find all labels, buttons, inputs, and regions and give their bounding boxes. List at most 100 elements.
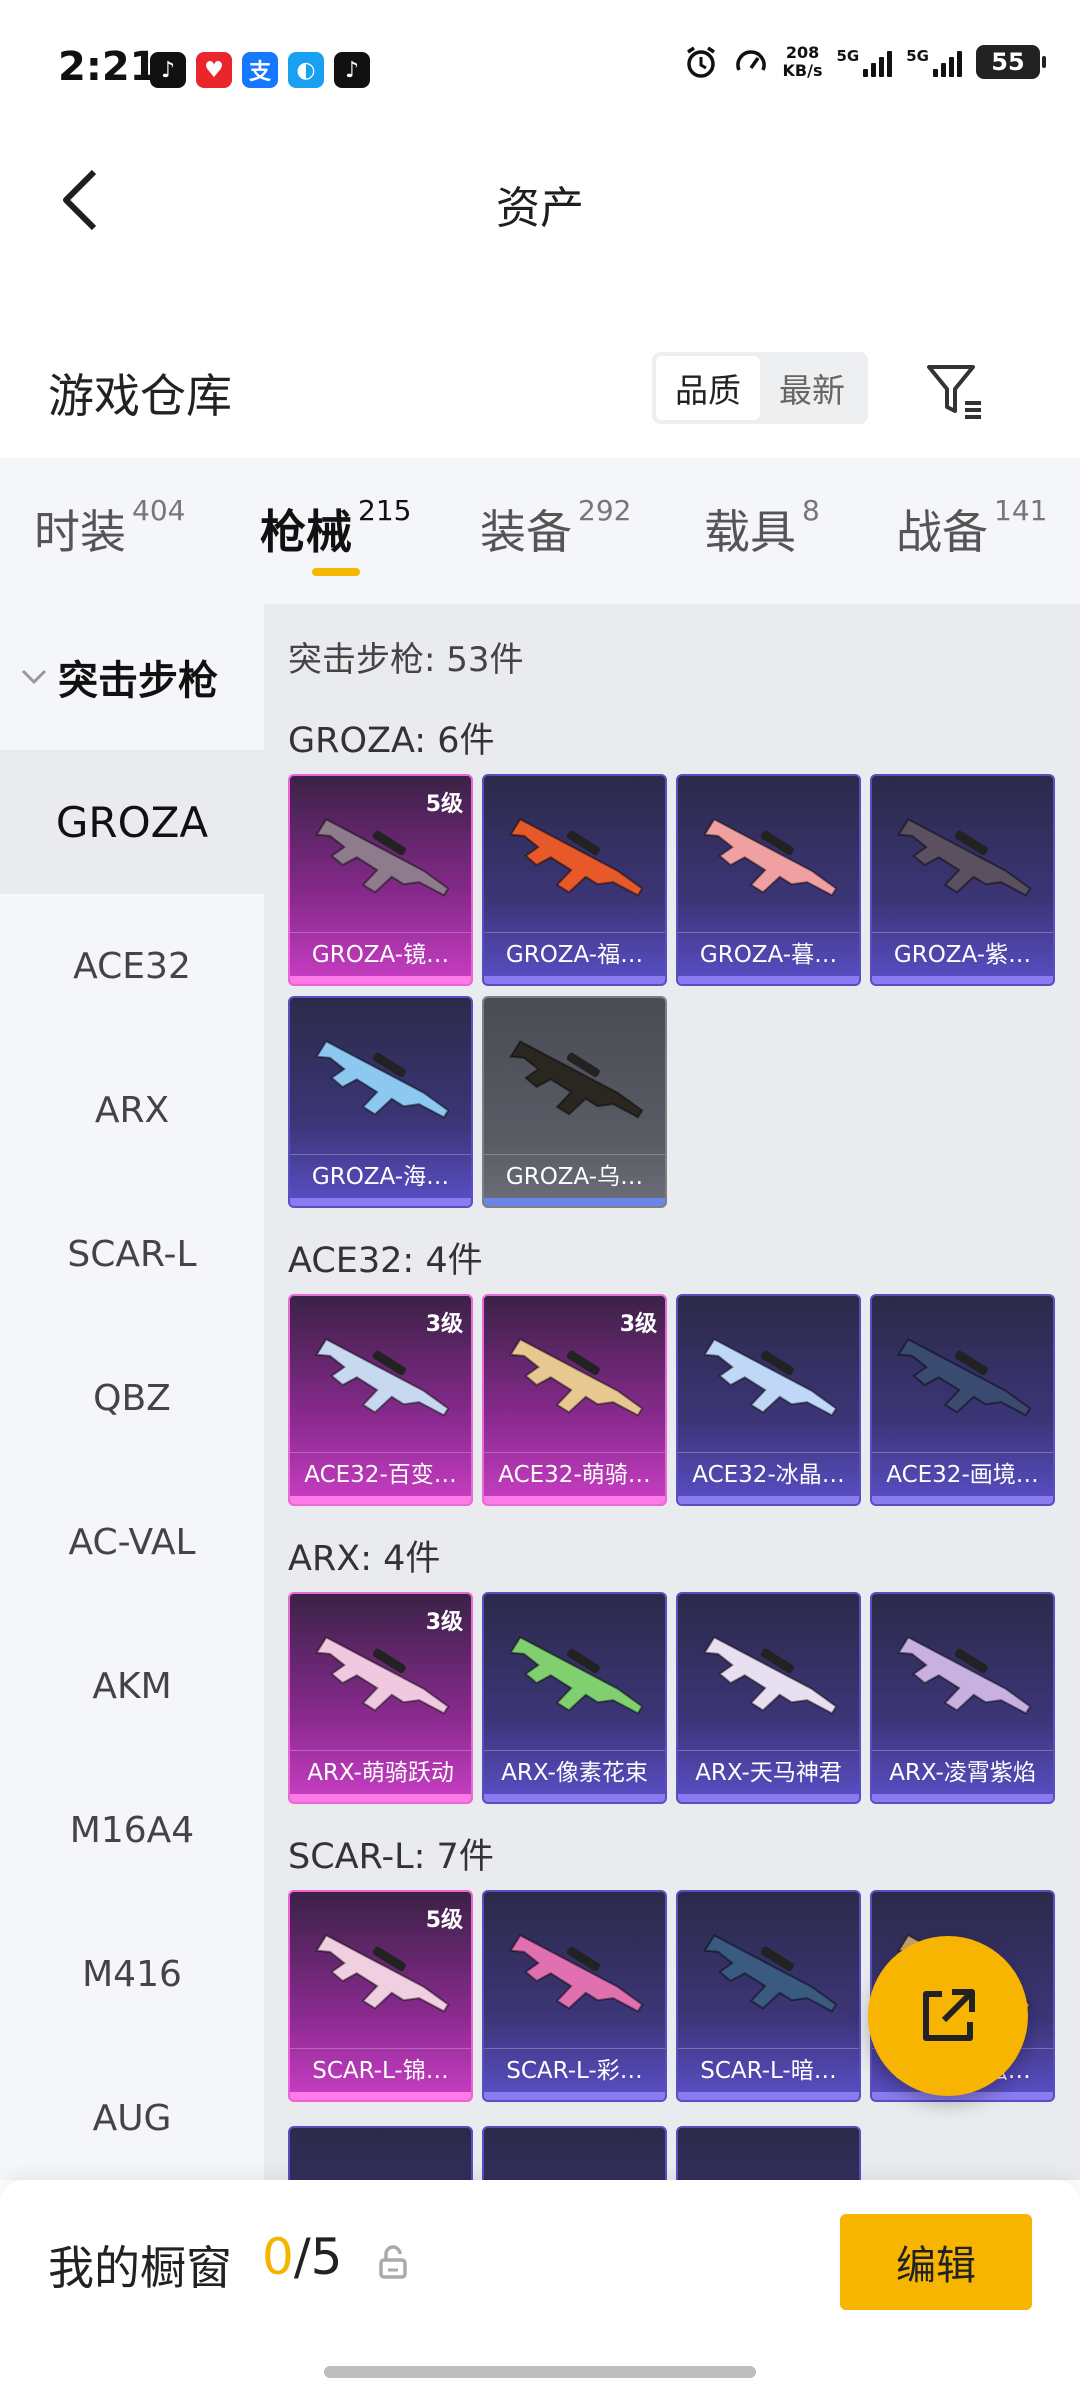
weapon-skin-card[interactable]: ACE32-画境… xyxy=(870,1294,1055,1506)
weapon-skin-card[interactable]: 3级 ARX-萌骑跃动 xyxy=(288,1592,473,1804)
weapon-skin-name: ACE32-百变… xyxy=(290,1452,471,1496)
sidebar-item-qbz[interactable]: QBZ xyxy=(0,1326,264,1470)
battery-icon: 55 xyxy=(976,45,1046,79)
sidebar-category-header[interactable]: 突击步枪 xyxy=(0,604,264,750)
weapon-skin-name: ACE32-冰晶… xyxy=(678,1452,859,1496)
quality-bar xyxy=(484,2092,665,2100)
quality-bar xyxy=(678,976,859,984)
showcase-label: 我的橱窗 xyxy=(48,2241,232,2295)
weapon-skin-card[interactable] xyxy=(482,2126,667,2180)
filter-icon xyxy=(927,365,981,419)
lock-icon xyxy=(379,2245,407,2279)
tab-equipment[interactable]: 装备 292 xyxy=(480,494,631,562)
status-bar: 2:21 ♪ ♥ 支 ◐ ♪ 208 KB/s 5G 5G 55 xyxy=(0,0,1080,140)
rifle-icon xyxy=(702,1636,838,1715)
speedometer-icon xyxy=(735,50,766,71)
rifle-icon xyxy=(702,1934,838,2013)
weapon-skin-name: GROZA-暮… xyxy=(678,932,859,976)
quality-bar xyxy=(678,1794,859,1802)
weapon-skin-name: ARX-像素花束 xyxy=(484,1750,665,1794)
group-title: GROZA: 6件 xyxy=(288,721,495,761)
weapon-skin-name: ARX-天马神君 xyxy=(678,1750,859,1794)
sort-quality-option[interactable]: 品质 xyxy=(656,356,760,420)
tab-guns[interactable]: 枪械 215 xyxy=(260,494,411,562)
share-fab-button[interactable] xyxy=(868,1936,1028,2096)
notification-icons: ♪ ♥ 支 ◐ ♪ xyxy=(150,52,370,88)
rifle-icon xyxy=(508,1934,644,2013)
item-grid xyxy=(288,2126,1055,2180)
sidebar-item-arx[interactable]: ARX xyxy=(0,1038,264,1182)
tiktok-icon: ♪ xyxy=(150,52,186,88)
weapon-skin-name: GROZA-镜… xyxy=(290,932,471,976)
sidebar-item-aug[interactable]: AUG xyxy=(0,2046,264,2190)
tab-supplies[interactable]: 战备 141 xyxy=(896,494,1047,562)
external-link-icon xyxy=(923,1989,975,2041)
rifle-icon xyxy=(896,1636,1032,1715)
weapon-skin-card[interactable]: GROZA-乌… xyxy=(482,996,667,1208)
weapon-skin-name: SCAR-L-暗… xyxy=(678,2048,859,2092)
weapon-skin-card[interactable]: 5级 GROZA-镜… xyxy=(288,774,473,986)
alipay-icon: 支 xyxy=(242,52,278,88)
weapon-skin-card[interactable]: GROZA-紫… xyxy=(870,774,1055,986)
tiktok-icon: ♪ xyxy=(334,52,370,88)
rifle-icon xyxy=(508,1040,644,1119)
rifle-icon xyxy=(702,818,838,897)
item-grid: 3级 ACE32-百变… 3级 ACE32-萌骑… ACE32-冰晶… ACE32-画境… xyxy=(288,1294,1055,1506)
weapon-skin-name: ARX-萌骑跃动 xyxy=(290,1750,471,1794)
page-title: 资产 xyxy=(496,183,584,234)
weapon-skin-card[interactable]: SCAR-L-暗… xyxy=(676,1890,861,2102)
sidebar-item-scar-l[interactable]: SCAR-L xyxy=(0,1182,264,1326)
quality-bar xyxy=(484,976,665,984)
group-title: SCAR-L: 7件 xyxy=(288,1837,494,1877)
weapon-skin-card[interactable]: GROZA-海… xyxy=(288,996,473,1208)
weapon-skin-name: GROZA-福… xyxy=(484,932,665,976)
status-indicators: 208 KB/s 5G 5G 55 xyxy=(683,43,1046,80)
weapon-skin-name: ARX-凌霄紫焰 xyxy=(872,1750,1053,1794)
sidebar-item-ac-val[interactable]: AC-VAL xyxy=(0,1470,264,1614)
weapon-skin-name: SCAR-L-彩… xyxy=(484,2048,665,2092)
group-title: ARX: 4件 xyxy=(288,1539,441,1579)
sidebar-item-m16a4[interactable]: M16A4 xyxy=(0,1758,264,1902)
quality-bar xyxy=(290,1198,471,1206)
network-speed: 208 KB/s xyxy=(782,43,823,80)
rifle-icon xyxy=(702,1338,838,1417)
level-badge: 5级 xyxy=(425,1908,463,1933)
weapon-skin-card[interactable]: 3级 ACE32-百变… xyxy=(288,1294,473,1506)
sort-toggle: 品质 最新 xyxy=(652,352,868,424)
signal-1: 5G xyxy=(837,47,893,77)
weapon-skin-card[interactable]: GROZA-福… xyxy=(482,774,667,986)
edit-button[interactable]: 编辑 xyxy=(840,2214,1032,2310)
level-badge: 3级 xyxy=(619,1312,657,1337)
heart-app-icon: ♥ xyxy=(196,52,232,88)
rifle-icon xyxy=(314,1040,450,1119)
group-title: ACE32: 4件 xyxy=(288,1241,483,1281)
weapon-skin-card[interactable]: 3级 ACE32-萌骑… xyxy=(482,1294,667,1506)
weapon-skin-card[interactable] xyxy=(288,2126,473,2180)
weapon-skin-card[interactable]: ARX-像素花束 xyxy=(482,1592,667,1804)
weapon-skin-card[interactable]: ARX-天马神君 xyxy=(676,1592,861,1804)
quality-bar xyxy=(872,1496,1053,1504)
filter-button[interactable] xyxy=(920,356,990,426)
weapon-skin-card[interactable] xyxy=(676,2126,861,2180)
sidebar-item-ace32[interactable]: ACE32 xyxy=(0,894,264,1038)
weapon-skin-card[interactable]: SCAR-L-彩… xyxy=(482,1890,667,2102)
quality-bar xyxy=(872,1794,1053,1802)
sidebar-item-m416[interactable]: M416 xyxy=(0,1902,264,2046)
category-tabs: 时装 404 枪械 215 装备 292 载具 8 战备 141 xyxy=(0,458,1080,604)
warehouse-header: 游戏仓库 品质 最新 xyxy=(0,330,1080,450)
weapon-skin-card[interactable]: ACE32-冰晶… xyxy=(676,1294,861,1506)
sidebar-item-akm[interactable]: AKM xyxy=(0,1614,264,1758)
tab-vehicles[interactable]: 载具 8 xyxy=(704,494,820,562)
weapon-sidebar: 突击步枪 GROZA ACE32 ARX SCAR-L QBZ AC-VAL AKM M16A… xyxy=(0,604,264,2180)
weapon-skin-card[interactable]: GROZA-暮… xyxy=(676,774,861,986)
sidebar-item-groza[interactable]: GROZA xyxy=(0,750,264,894)
tab-fashion[interactable]: 时装 404 xyxy=(34,494,185,562)
weapon-skin-card[interactable]: ARX-凌霄紫焰 xyxy=(870,1592,1055,1804)
home-indicator[interactable] xyxy=(324,2366,756,2378)
quality-bar xyxy=(678,2092,859,2100)
sidebar-category-label: 突击步枪 xyxy=(58,658,218,704)
sort-latest-option[interactable]: 最新 xyxy=(760,356,864,420)
rifle-icon xyxy=(508,818,644,897)
weapon-skin-card[interactable]: 5级 SCAR-L-锦… xyxy=(288,1890,473,2102)
signal-bars-icon xyxy=(933,47,962,77)
